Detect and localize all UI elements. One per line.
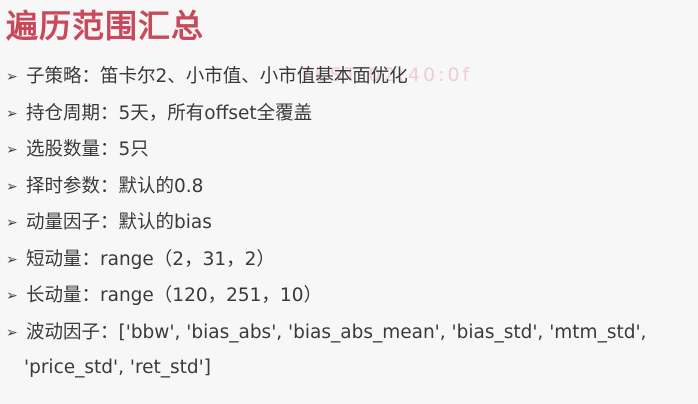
item-value: 笛卡尔2、小市值、小市值基本面优化 — [100, 66, 408, 87]
arrow-bullet-icon: ➢ — [6, 288, 18, 304]
item-label: 选股数量： — [26, 139, 119, 160]
arrow-bullet-icon: ➢ — [6, 324, 18, 341]
item-value-continuation: 'price_std', 'ret_std'] — [24, 356, 211, 378]
slide: 遍历范围汇总 TEST 02:40:0f ➢ 子策略：笛卡尔2、小市值、小市值基… — [0, 0, 698, 404]
list-item: ➢ 持仓周期：5天，所有offset全覆盖 — [6, 99, 696, 136]
list-item: ➢ 长动量：range（120，251，10） — [6, 281, 696, 318]
list-item: ➢ 动量因子：默认的bias — [6, 208, 696, 245]
item-value: 5只 — [118, 139, 149, 160]
list-item: ➢ 短动量：range（2，31，2） — [6, 245, 696, 282]
item-value: range（2，31，2） — [100, 248, 275, 270]
arrow-bullet-icon: ➢ — [6, 105, 18, 122]
item-value: range（120，251，10） — [100, 285, 322, 306]
list-item: ➢ 择时参数：默认的0.8 — [6, 172, 696, 209]
item-label: 波动因子： — [26, 321, 119, 343]
arrow-bullet-icon: ➢ — [6, 142, 18, 158]
arrow-bullet-icon: ➢ — [6, 69, 18, 85]
item-label: 持仓周期： — [26, 102, 119, 124]
item-label: 长动量： — [26, 285, 101, 306]
arrow-bullet-icon: ➢ — [6, 178, 18, 195]
arrow-bullet-icon: ➢ — [6, 251, 18, 268]
item-value: 5天，所有offset全覆盖 — [118, 102, 313, 124]
item-label: 子策略： — [26, 66, 101, 87]
item-label: 短动量： — [26, 248, 101, 270]
item-value: 默认的bias — [118, 212, 212, 233]
list-item: ➢ 选股数量：5只 — [6, 135, 696, 172]
list-item: ➢ 子策略：笛卡尔2、小市值、小市值基本面优化 — [6, 62, 696, 99]
arrow-bullet-icon: ➢ — [6, 215, 18, 231]
item-label: 择时参数： — [26, 175, 119, 197]
item-label: 动量因子： — [26, 212, 119, 233]
item-value: 默认的0.8 — [118, 175, 204, 197]
bullet-list: ➢ 子策略：笛卡尔2、小市值、小市值基本面优化 ➢ 持仓周期：5天，所有offs… — [6, 62, 696, 385]
list-item: ➢ 波动因子：['bbw', 'bias_abs', 'bias_abs_mea… — [6, 318, 696, 385]
slide-title: 遍历范围汇总 — [6, 7, 205, 45]
item-value: ['bbw', 'bias_abs', 'bias_abs_mean', 'bi… — [118, 321, 647, 343]
